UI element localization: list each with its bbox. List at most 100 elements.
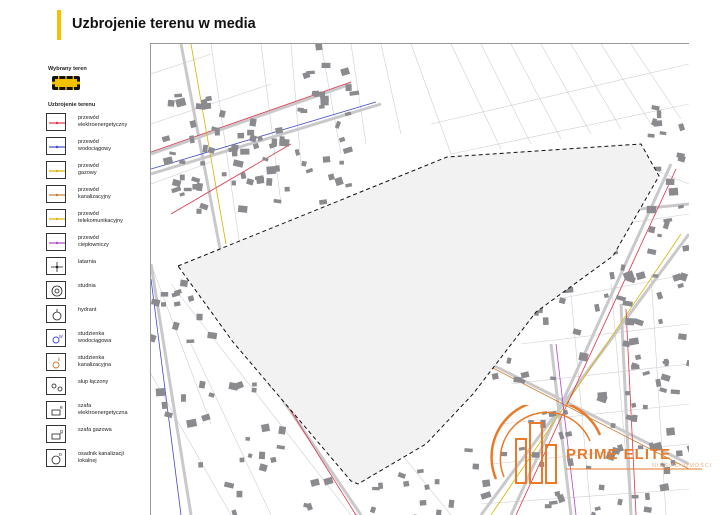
parcel-line bbox=[451, 104, 689, 154]
building bbox=[231, 509, 237, 515]
building bbox=[669, 188, 679, 196]
map-legend: Wybrany teren Uzbrojenie terenu przewód … bbox=[0, 0, 150, 514]
legend-item-label: przewód kanalizacyjny bbox=[78, 187, 150, 201]
building bbox=[656, 292, 663, 300]
building bbox=[181, 394, 186, 402]
parcel-line bbox=[411, 44, 451, 154]
logo-text: PRIME ELITE bbox=[566, 446, 671, 463]
building bbox=[161, 302, 166, 306]
building bbox=[340, 67, 350, 76]
legend-item-label: przewód ciepłowniczy bbox=[78, 235, 150, 249]
legend-item: latarnia bbox=[46, 257, 150, 277]
building bbox=[320, 98, 328, 106]
legend-item: przewód telekomunikacyjny bbox=[46, 209, 150, 229]
building bbox=[678, 333, 687, 340]
utility-line bbox=[171, 144, 291, 214]
building bbox=[279, 139, 289, 147]
building bbox=[677, 283, 684, 289]
legend-item-label: szafa gazowa bbox=[78, 427, 150, 434]
building bbox=[663, 218, 672, 222]
building bbox=[666, 179, 675, 185]
building bbox=[506, 357, 511, 364]
building bbox=[251, 388, 256, 393]
building bbox=[676, 152, 685, 158]
legend-item-label: przewód wodociągowy bbox=[78, 139, 150, 153]
building bbox=[398, 472, 407, 479]
building bbox=[266, 166, 276, 174]
building bbox=[620, 264, 625, 271]
building bbox=[370, 506, 376, 513]
parcel-line bbox=[451, 44, 501, 149]
building bbox=[240, 149, 249, 155]
legend-selected-header: Wybrany teren bbox=[48, 66, 87, 72]
building bbox=[622, 300, 633, 306]
building bbox=[657, 110, 662, 118]
logo: PRIME ELITE NIERUCHOMOŚCI bbox=[490, 405, 710, 495]
building bbox=[572, 328, 581, 335]
legend-item: studnia bbox=[46, 281, 150, 301]
building bbox=[278, 426, 286, 435]
legend-item: kstudzienka kanalizacyjna bbox=[46, 353, 150, 373]
building bbox=[201, 413, 211, 421]
building bbox=[636, 271, 646, 280]
building bbox=[259, 463, 268, 472]
building bbox=[604, 293, 609, 298]
building bbox=[233, 159, 244, 167]
legend-item: wstudzienka wodociągowa bbox=[46, 329, 150, 349]
building bbox=[174, 94, 182, 98]
building bbox=[259, 452, 265, 460]
building bbox=[339, 161, 344, 165]
well-icon bbox=[46, 281, 66, 299]
building bbox=[420, 500, 427, 506]
orange-line-icon bbox=[46, 209, 66, 227]
building bbox=[625, 391, 631, 396]
building bbox=[319, 199, 327, 205]
legend-item: hydrant bbox=[46, 305, 150, 325]
utility-line bbox=[191, 44, 226, 244]
building bbox=[492, 373, 499, 380]
legend-item: e szafa elektroenergetyczna bbox=[46, 401, 150, 421]
building bbox=[189, 135, 195, 143]
red-line-icon bbox=[46, 113, 66, 131]
legend-item-label: studnia bbox=[78, 283, 150, 290]
building bbox=[633, 318, 644, 326]
building bbox=[678, 123, 685, 131]
building bbox=[203, 145, 208, 153]
building bbox=[156, 388, 166, 396]
building bbox=[644, 506, 652, 513]
legend-item: przewód gazowy bbox=[46, 161, 150, 181]
power-cabinet-icon: e bbox=[46, 401, 66, 419]
selected-area-swatch bbox=[52, 76, 80, 90]
building bbox=[222, 172, 227, 176]
building bbox=[186, 419, 197, 428]
building bbox=[642, 371, 650, 376]
building bbox=[339, 137, 346, 143]
svg-text:w: w bbox=[59, 334, 63, 340]
building bbox=[594, 304, 600, 312]
parcel-line bbox=[601, 44, 651, 124]
building bbox=[403, 481, 409, 487]
building bbox=[617, 499, 623, 506]
building bbox=[237, 133, 244, 139]
road bbox=[181, 44, 221, 254]
building bbox=[671, 389, 680, 394]
building bbox=[543, 317, 549, 325]
building bbox=[464, 448, 473, 452]
legend-item-label: szafa elektroenergetyczna bbox=[78, 403, 150, 417]
building bbox=[658, 319, 663, 325]
building bbox=[609, 272, 615, 280]
building bbox=[594, 506, 600, 511]
legend-item: oosadnik kanalizacji lokalnej bbox=[46, 449, 150, 469]
building bbox=[343, 146, 353, 154]
yellow-line-icon bbox=[46, 161, 66, 179]
building bbox=[188, 295, 195, 302]
building bbox=[632, 495, 639, 499]
legend-item-label: osadnik kanalizacji lokalnej bbox=[78, 451, 150, 465]
building bbox=[578, 352, 588, 362]
building bbox=[208, 147, 216, 154]
building bbox=[661, 374, 671, 382]
building bbox=[625, 318, 634, 325]
legend-item: przewód elektroenergetyczny bbox=[46, 113, 150, 133]
building bbox=[521, 371, 530, 378]
building bbox=[247, 130, 254, 136]
